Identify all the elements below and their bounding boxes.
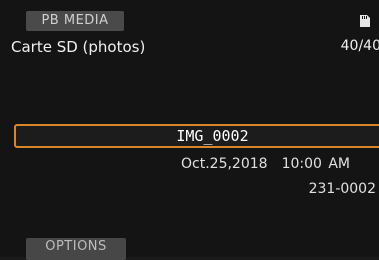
image-datetime: Oct.25,2018 10:00 AM	[181, 156, 350, 172]
sd-card-icon	[360, 15, 370, 27]
selected-image-row[interactable]: IMG_0002	[14, 124, 379, 148]
image-filename: IMG_0002	[176, 127, 249, 145]
image-time: 10:00 AM	[281, 156, 351, 172]
image-date: Oct.25,2018	[181, 156, 268, 172]
media-title: Carte SD (photos)	[11, 38, 146, 56]
playback-media-screen: PB MEDIA Carte SD (photos) 40/40 IMG_000…	[0, 0, 379, 260]
folder-file-number: 231-0002	[308, 181, 376, 197]
image-count: 40/40	[340, 38, 379, 54]
mode-tab-pb-media[interactable]: PB MEDIA	[26, 11, 124, 31]
